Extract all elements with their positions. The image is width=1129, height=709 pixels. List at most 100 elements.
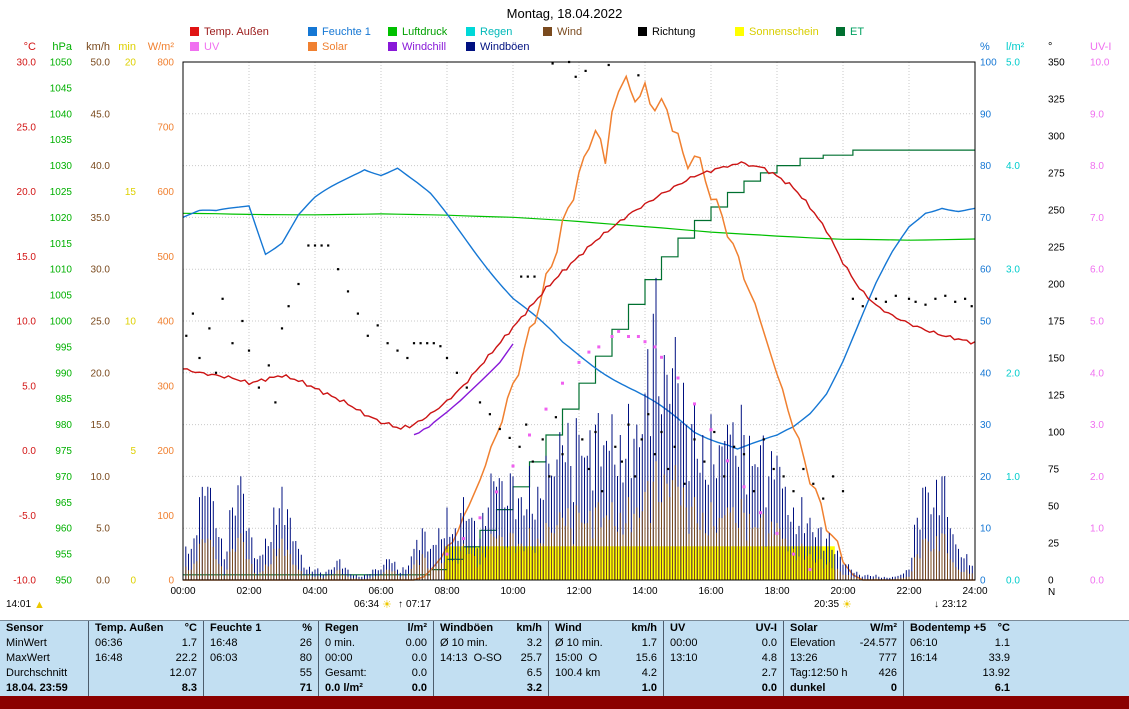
cell-label: 13:26 [790,651,818,666]
cell-value: 0.0 [412,666,427,681]
svg-text:0.0: 0.0 [1090,576,1104,587]
table-cell: 15:00 O15.6 [549,651,663,666]
svg-text:0: 0 [168,576,174,587]
cell-value: l/m² [407,621,427,636]
svg-text:100: 100 [1048,428,1065,439]
svg-text:965: 965 [55,498,72,509]
axis-c: °C30.025.020.015.010.05.00.0-5.0-10.0 [13,41,36,587]
svg-text:955: 955 [55,550,72,561]
svg-text:-5.0: -5.0 [19,511,37,522]
table-cell: 13.92 [904,666,1129,681]
svg-text:1005: 1005 [50,291,73,302]
annotation-time: 23:12 [942,599,967,610]
rise-arrow-icon: ↑ [398,599,403,610]
table-column-feuchte-1: Feuchte 1%16:482606:03805571 [203,621,318,696]
axis-hpa: hPa1050104510401035103010251020101510101… [50,41,73,587]
svg-text:14:00: 14:00 [632,586,657,597]
svg-text:16:00: 16:00 [698,586,723,597]
svg-text:20: 20 [125,58,137,69]
svg-text:980: 980 [55,420,72,431]
svg-text:5.0: 5.0 [1090,317,1104,328]
svg-text:08:00: 08:00 [434,586,459,597]
table-column-bodentemp-5: Bodentemp +5°C06:101.116:1433.913.926.1 [903,621,1129,696]
svg-text:800: 800 [157,58,174,69]
table-cell: 16:1433.9 [904,651,1129,666]
svg-text:02:00: 02:00 [236,586,261,597]
cell-value: 1.0 [642,681,657,696]
cell-value: km/h [516,621,542,636]
table-column-uv: UVUV-I00:000.013:104.82.70.0 [663,621,783,696]
sun-icon: ☀ [382,600,392,610]
svg-text:8.0: 8.0 [1090,161,1104,172]
annotation-20-35: 20:35☀ [814,599,852,610]
table-cell: 8.3 [89,681,203,696]
table-cell: 13:26 777 [784,651,903,666]
cell-label: 06:10 [910,636,938,651]
svg-text:250: 250 [1048,206,1065,217]
svg-text:35.0: 35.0 [91,213,111,224]
table-cell: 12.07 [89,666,203,681]
cell-value: 777 [879,651,897,666]
table-cell: 16:4822.2 [89,651,203,666]
table-cell: Elevation-24.577 [784,636,903,651]
table-cell: Ø 10 min. 1.7 [549,636,663,651]
svg-text:1010: 1010 [50,265,73,276]
cell-label: Bodentemp +5 [910,621,986,636]
table-cell: 00:000.0 [664,636,783,651]
cell-label: UV [670,621,685,636]
table-cell: 6.5 [434,666,548,681]
svg-text:175: 175 [1048,317,1065,328]
set-arrow-icon: ↓ [934,599,939,610]
x-axis-labels: 00:0002:0004:0006:0008:0010:0012:0014:00… [170,586,987,597]
svg-text:1030: 1030 [50,161,73,172]
cell-label: Ø 10 min. [555,636,603,651]
svg-text:995: 995 [55,342,72,353]
cell-label: Temp. Außen [95,621,163,636]
svg-text:400: 400 [157,317,174,328]
svg-text:3.0: 3.0 [1006,265,1020,276]
cell-value: 1.7 [182,636,197,651]
table-cell: 0.0 l/m²0.0 [319,681,433,696]
table-cell: 0.0 [664,681,783,696]
annotation-time: 14:01 [6,599,31,610]
svg-text:990: 990 [55,368,72,379]
svg-text:10.0: 10.0 [17,317,37,328]
cell-value: 8.3 [182,681,197,696]
svg-text:100: 100 [157,511,174,522]
svg-text:40.0: 40.0 [91,161,111,172]
axis-l-m: l/m²5.04.03.02.01.00.0 [1006,41,1025,587]
cell-label: 15:00 O [555,651,597,666]
svg-text:20.0: 20.0 [17,187,37,198]
cell-value: 0.0 [762,681,777,696]
svg-text:22:00: 22:00 [896,586,921,597]
cell-label: 0.0 l/m² [325,681,363,696]
svg-text:1015: 1015 [50,239,73,250]
svg-text:0: 0 [130,576,136,587]
svg-text:00:00: 00:00 [170,586,195,597]
svg-text:25: 25 [1048,539,1060,550]
cell-value: 0 [891,681,897,696]
svg-text:hPa: hPa [52,41,72,53]
svg-text:40: 40 [980,368,992,379]
svg-text:10: 10 [125,317,137,328]
svg-text:0.0: 0.0 [1006,576,1020,587]
table-cell: 14:13 O-SO25.7 [434,651,548,666]
table-row-label: Sensor [0,621,88,636]
svg-text:4.0: 4.0 [1006,161,1020,172]
svg-text:150: 150 [1048,354,1065,365]
cell-value: 1.7 [642,636,657,651]
svg-text:6.0: 6.0 [1090,265,1104,276]
table-cell: 06:0380 [204,651,318,666]
svg-text:20:00: 20:00 [830,586,855,597]
stats-table: SensorMinWertMaxWertDurchschnitt18.04. 2… [0,620,1129,696]
series-windchill [414,344,513,435]
table-cell: 2.7 [664,666,783,681]
series-windboen [183,278,972,580]
svg-text:°C: °C [24,41,36,53]
table-column-regen: Regenl/m²0 min.0.0000:000.0Gesamt:0.00.0… [318,621,433,696]
table-column-windboen: Windböenkm/hØ 10 min.3.214:13 O-SO25.76.… [433,621,548,696]
cell-label: Regen [325,621,359,636]
svg-text:1020: 1020 [50,213,73,224]
svg-text:1040: 1040 [50,109,73,120]
svg-text:70: 70 [980,213,992,224]
